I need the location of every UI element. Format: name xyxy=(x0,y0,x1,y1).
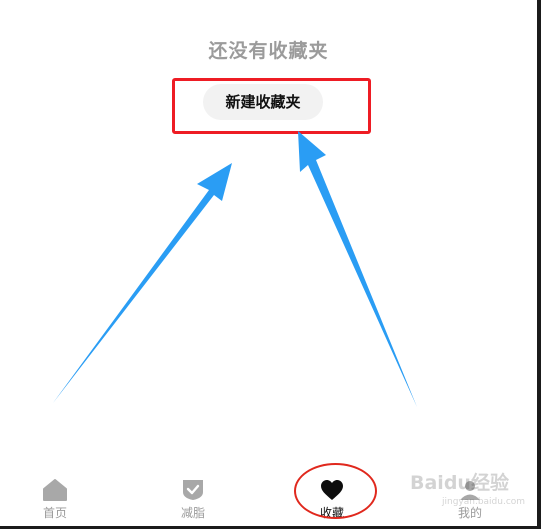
tab-fat-loss-label: 减脂 xyxy=(180,506,205,520)
watermark-sub: jingyan.baidu.com xyxy=(442,497,526,507)
shield-check-icon xyxy=(183,480,203,500)
watermark-text: Baidu经验 xyxy=(410,472,509,494)
tab-home[interactable]: 首页 xyxy=(20,470,90,521)
tab-fat-loss[interactable]: 减脂 xyxy=(158,470,228,521)
tab-home-label: 首页 xyxy=(42,506,67,520)
annotation-arrows xyxy=(53,131,417,407)
home-icon xyxy=(43,479,67,501)
arrow-right xyxy=(298,131,417,407)
arrow-left xyxy=(53,163,232,403)
watermark: Baidu经验 jingyan.baidu.com xyxy=(410,468,537,526)
highlight-circle xyxy=(294,463,377,519)
